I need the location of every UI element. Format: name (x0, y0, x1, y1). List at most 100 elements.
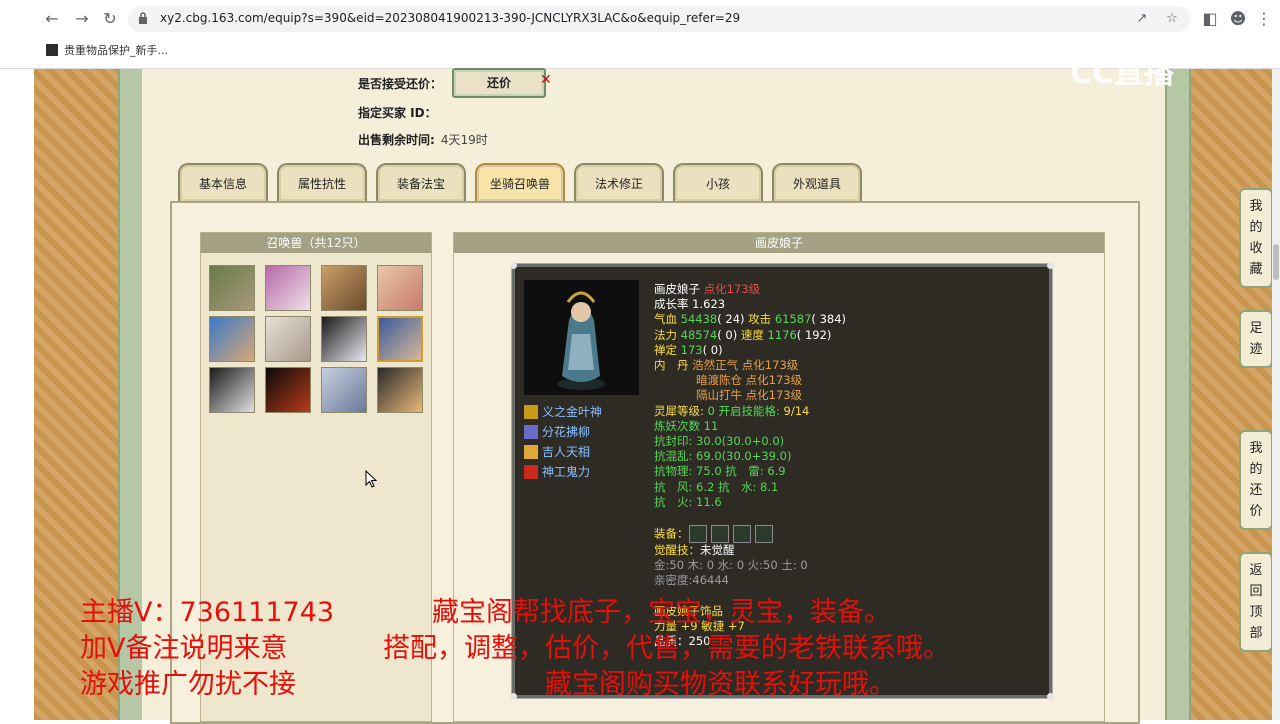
scrollbar-thumb[interactable] (1273, 244, 1279, 280)
equip-slot-icon[interactable] (688, 525, 707, 544)
summon-transform: 点化173级 (703, 282, 761, 296)
res-wind: 抗 风: 6.2 抗 水: 8.1 (654, 479, 779, 494)
time-left-label: 出售剩余时间: (358, 133, 435, 147)
summon-portrait (524, 280, 639, 395)
summon-thumbnail[interactable] (209, 367, 255, 413)
tab-children[interactable]: 小孩 (673, 163, 763, 201)
equip-slot-icon[interactable] (754, 525, 773, 544)
mouse-cursor-icon (365, 470, 377, 488)
time-left-value: 4天19时 (440, 133, 488, 147)
side-nav-my-offers[interactable]: 我的还价 (1239, 430, 1273, 530)
tab-basic-info[interactable]: 基本信息 (178, 163, 268, 201)
time-left-row: 出售剩余时间: 4天19时 (358, 131, 488, 148)
summon-thumbnail-selected[interactable] (377, 316, 423, 362)
side-nav-label: 足迹 (1249, 321, 1263, 357)
tab-spell-correction[interactable]: 法术修正 (574, 163, 664, 201)
side-nav-back-to-top[interactable]: 返回顶部 (1239, 552, 1273, 652)
side-nav-favorites[interactable]: 我的收藏 (1239, 188, 1273, 288)
address-bar[interactable]: xy2.cbg.163.com/equip?s=390&eid=20230804… (128, 6, 1190, 32)
overlay-contact: 主播V：736111743 (80, 597, 335, 628)
spd-label: 速度 (740, 327, 764, 342)
neidan-label: 内 丹 (654, 358, 689, 373)
five-elements: 金:50 木: 0 水: 0 火:50 土: 0 (654, 558, 808, 573)
sidebar-icon[interactable]: ◧ (1198, 8, 1222, 30)
skill-item[interactable]: 分花拂柳 (524, 422, 602, 442)
tab-attributes[interactable]: 属性抗性 (277, 163, 367, 201)
overlay-disclaimer: 游戏推广勿扰不接 (80, 669, 296, 700)
summon-thumbnail[interactable] (377, 367, 423, 413)
equip-slot-icon[interactable] (710, 525, 729, 544)
res-phys: 抗物理: 75.0 抗 雷: 6.9 (654, 464, 786, 479)
skill-label: 吉人天相 (542, 445, 591, 459)
forward-icon[interactable]: → (70, 8, 94, 30)
card-corner (1047, 693, 1054, 700)
share-icon[interactable]: ↗ (1133, 9, 1151, 29)
summon-thumbnail[interactable] (265, 265, 311, 311)
zen-label: 禅定 (654, 342, 677, 357)
overlay-note: 加V备注说明来意 (80, 633, 288, 664)
summon-name-row: 画皮娘子 点化173级 (654, 282, 846, 297)
spirit-value: 0 开启技能格: (707, 403, 780, 418)
skill-label: 神工鬼力 (542, 465, 591, 479)
scrollbar-track[interactable] (1272, 69, 1280, 720)
res-chaos: 抗混乱: 69.0(30.0+39.0) (654, 449, 792, 464)
side-nav-history[interactable]: 足迹 (1239, 310, 1273, 368)
summon-list-title: 召唤兽（共12只） (201, 233, 431, 253)
tab-appearance[interactable]: 外观道具 (772, 163, 862, 201)
hp-value: 54438 (680, 312, 718, 327)
skill-item[interactable]: 神工鬼力 (524, 462, 602, 482)
neidan-item: 浩然正气 点化173级 (692, 358, 799, 373)
atk-extra: ( 384) (811, 312, 847, 327)
overlay-service-1: 藏宝阁帮找底子，宝宝，灵宝，装备。 (432, 597, 891, 628)
summon-thumbnail[interactable] (209, 265, 255, 311)
tab-equipment[interactable]: 装备法宝 (376, 163, 466, 201)
close-icon[interactable]: ✕ (540, 72, 552, 88)
skill-item[interactable]: 吉人天相 (524, 442, 602, 462)
skill-icon (524, 425, 538, 439)
zen-value: 173 (680, 342, 703, 357)
skill-label: 义之金叶神 (542, 405, 603, 419)
mp-spd-row: 法力 48574( 0) 速度 1176( 192) (654, 328, 846, 343)
skill-label: 分花拂柳 (542, 425, 591, 439)
summon-thumbnail[interactable] (265, 367, 311, 413)
summon-thumbnail[interactable] (321, 265, 367, 311)
equip-slot-icon[interactable] (732, 525, 751, 544)
skill-icon (524, 445, 538, 459)
overlay-service-3: 藏宝阁购买物资联系好玩哦。 (545, 669, 896, 700)
spd-extra: ( 192) (796, 327, 832, 342)
hp-label: 气血 (654, 312, 677, 327)
tab-mounts-summons[interactable]: 坐骑召唤兽 (475, 163, 565, 201)
bookmark-item[interactable]: 贵重物品保护_新手... (46, 42, 168, 58)
summon-figure-icon (557, 291, 605, 390)
skill-item[interactable]: 义之金叶神 (524, 402, 602, 422)
refine-count: 炼妖次数 11 (654, 418, 719, 433)
bookmark-star-icon[interactable]: ☆ (1163, 9, 1181, 29)
menu-icon[interactable]: ⋮ (1252, 8, 1276, 30)
mp-value: 48574 (680, 327, 718, 342)
reload-icon[interactable]: ↻ (98, 8, 122, 30)
lock-icon (139, 12, 147, 24)
make-offer-button[interactable]: 还价 (452, 68, 546, 98)
card-corner (1047, 262, 1054, 269)
awaken-value: 未觉醒 (700, 543, 735, 558)
awaken-row: 觉醒技：未觉醒 (654, 543, 846, 558)
buyer-id-label: 指定买家 ID： (358, 106, 437, 120)
summon-thumbnail[interactable] (377, 265, 423, 311)
summon-thumbnail[interactable] (321, 367, 367, 413)
summon-thumbnail[interactable] (265, 316, 311, 362)
neidan-item: 暗渡陈仓 点化173级 (696, 373, 803, 388)
url-text[interactable]: xy2.cbg.163.com/equip?s=390&eid=20230804… (160, 11, 740, 25)
zen-extra: ( 0) (702, 342, 723, 357)
neidan-item: 隔山打牛 点化173级 (696, 388, 803, 403)
back-icon[interactable]: ← (40, 8, 64, 30)
summon-detail-title: 画皮娘子 (454, 233, 1104, 253)
hp-atk-row: 气血 54438( 24) 攻击 61587( 384) (654, 312, 846, 327)
summon-thumbnail[interactable] (321, 316, 367, 362)
profile-icon[interactable]: ☻ (1226, 8, 1250, 30)
tab-bar: 基本信息 属性抗性 装备法宝 坐骑召唤兽 法术修正 小孩 外观道具 (178, 163, 862, 201)
bookmark-favicon-icon (46, 44, 58, 56)
equip-row: 装备： (654, 525, 846, 544)
summon-thumbnail[interactable] (209, 316, 255, 362)
hp-extra: ( 24) (717, 312, 745, 327)
